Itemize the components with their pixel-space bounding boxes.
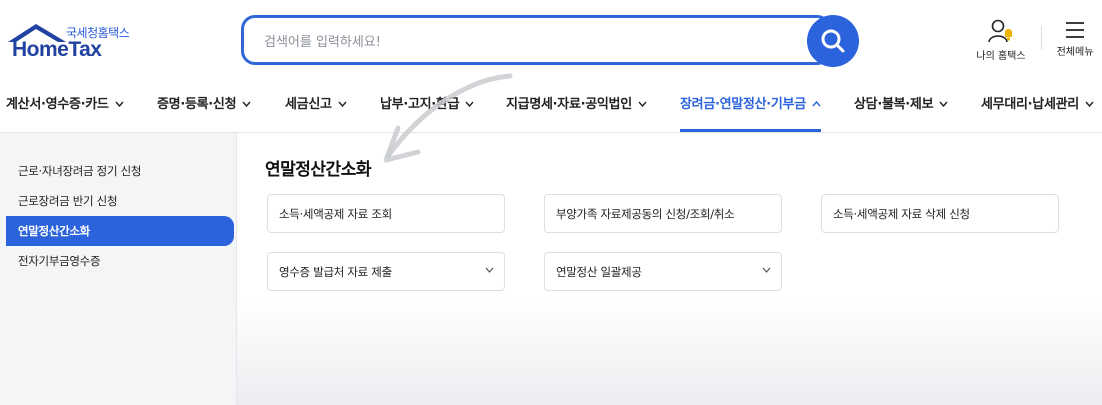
nav-item-tax-filing[interactable]: 세금신고 (285, 93, 347, 117)
sidebar-item-half-year-application[interactable]: 근로장려금 반기 신청 (6, 186, 234, 216)
sidebar-item-regular-application[interactable]: 근로·자녀장려금 정기 신청 (6, 156, 234, 186)
sidebar-item-label: 근로장려금 반기 신청 (18, 194, 118, 208)
chevron-down-icon (338, 101, 347, 107)
chevron-up-icon (812, 101, 821, 107)
sidebar-item-label: 연말정산간소화 (18, 224, 90, 238)
nav-item-consulting[interactable]: 상담·불복·제보 (854, 93, 948, 117)
card-bulk-provision[interactable]: 연말정산 일괄제공 (544, 252, 782, 291)
card-label: 연말정산 일괄제공 (556, 265, 642, 279)
search-box (241, 15, 831, 65)
card-label: 영수증 발급처 자료 제출 (279, 265, 392, 279)
main-nav: 계산서·영수증·카드 증명·등록·신청 세금신고 납부·고지·환급 지급명세·자… (0, 80, 1102, 133)
chevron-down-icon (939, 101, 948, 107)
user-bell-icon (988, 19, 1012, 43)
card-label: 소득·세액공제 자료 조회 (279, 207, 392, 221)
sidebar: 근로·자녀장려금 정기 신청 근로장려금 반기 신청 연말정산간소화 전자기부금… (0, 133, 237, 405)
card-label: 소득·세액공제 자료 삭제 신청 (833, 207, 970, 221)
nav-item-tax-agent[interactable]: 세무대리·납세관리 (981, 93, 1094, 117)
chevron-down-icon (762, 267, 771, 273)
my-hometax-button[interactable]: 나의 홈택스 (968, 18, 1034, 66)
card-receipt-submission[interactable]: 영수증 발급처 자료 제출 (267, 252, 505, 291)
chevron-down-icon (638, 101, 647, 107)
nav-item-label: 세무대리·납세관리 (981, 97, 1079, 112)
sidebar-item-label: 전자기부금영수증 (18, 254, 101, 268)
nav-item-label: 증명·등록·신청 (157, 97, 237, 112)
nav-item-label: 계산서·영수증·카드 (6, 97, 109, 112)
sidebar-item-year-end-settlement[interactable]: 연말정산간소화 (6, 216, 234, 246)
chevron-down-icon (242, 101, 251, 107)
hamburger-icon (1066, 22, 1084, 38)
search-button[interactable] (807, 15, 859, 67)
chevron-down-icon (115, 101, 124, 107)
search-icon (821, 29, 845, 53)
search-input[interactable] (262, 30, 786, 54)
chevron-down-icon (485, 267, 494, 273)
nav-active-underline (680, 129, 821, 132)
sidebar-item-label: 근로·자녀장려금 정기 신청 (18, 164, 142, 178)
bottom-fade (237, 300, 1102, 405)
nav-item-incentives[interactable]: 장려금·연말정산·기부금 (680, 93, 821, 117)
nav-item-label: 지급명세·자료·공익법인 (506, 97, 632, 112)
page-title: 연말정산간소화 (265, 160, 371, 180)
nav-item-certificates[interactable]: 증명·등록·신청 (157, 93, 251, 117)
sidebar-item-donation-receipt[interactable]: 전자기부금영수증 (6, 246, 234, 276)
card-label: 부양가족 자료제공동의 신청/조회/취소 (556, 207, 735, 221)
nav-item-label: 상담·불복·제보 (854, 97, 934, 112)
card-deduction-delete[interactable]: 소득·세액공제 자료 삭제 신청 (821, 194, 1059, 233)
nav-item-label: 납부·고지·환급 (380, 97, 460, 112)
nav-item-label: 장려금·연말정산·기부금 (680, 97, 806, 112)
nav-item-label: 세금신고 (285, 97, 332, 112)
logo-wordmark: HomeTax (12, 38, 102, 61)
my-hometax-label: 나의 홈택스 (976, 51, 1026, 62)
card-dependent-consent[interactable]: 부양가족 자료제공동의 신청/조회/취소 (544, 194, 782, 233)
nav-item-receipts[interactable]: 계산서·영수증·카드 (6, 93, 124, 117)
header-divider (1041, 26, 1042, 50)
chevron-down-icon (1085, 101, 1094, 107)
all-menu-label: 전체메뉴 (1056, 47, 1094, 58)
card-deduction-lookup[interactable]: 소득·세액공제 자료 조회 (267, 194, 505, 233)
all-menu-button[interactable]: 전체메뉴 (1050, 18, 1100, 66)
nav-item-statements[interactable]: 지급명세·자료·공익법인 (506, 93, 647, 117)
nav-item-payment[interactable]: 납부·고지·환급 (380, 93, 474, 117)
hometax-logo[interactable]: 국세청홈택스 HomeTax (6, 22, 136, 66)
chevron-down-icon (465, 101, 474, 107)
